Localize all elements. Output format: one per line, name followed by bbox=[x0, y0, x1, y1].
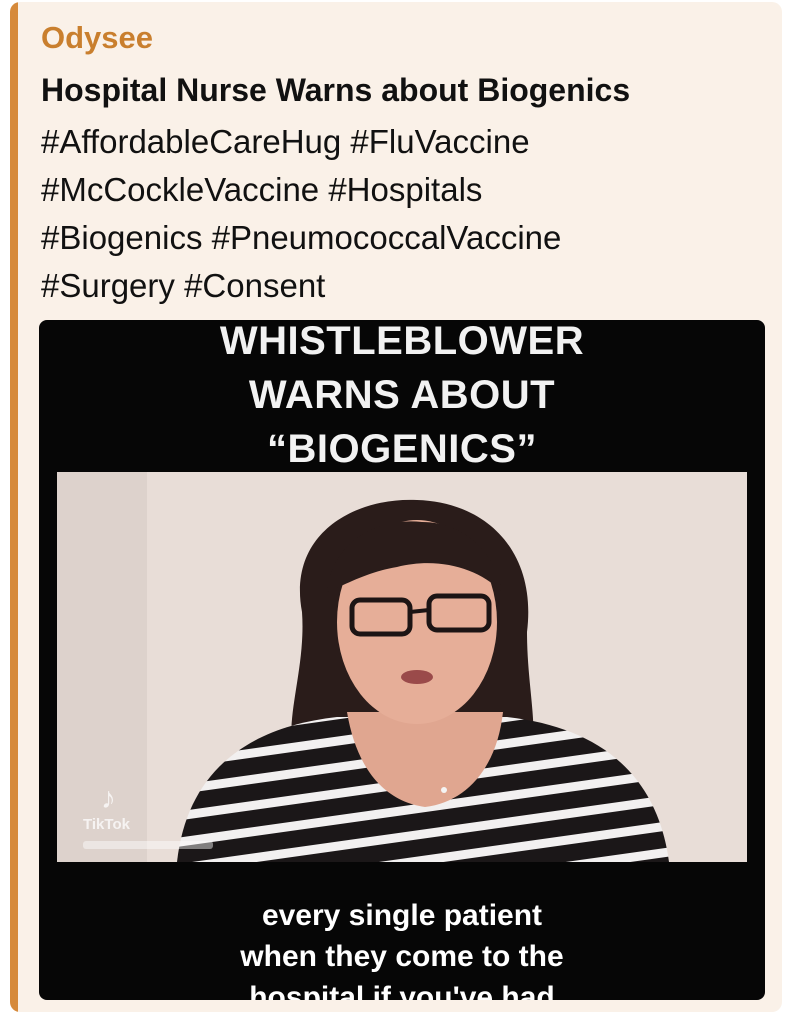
hashtag-line[interactable]: #McCockleVaccine #Hospitals bbox=[41, 166, 741, 214]
caption-line: hospital if you've had bbox=[249, 981, 555, 1000]
caption-line: every single patient bbox=[261, 899, 543, 932]
source-name[interactable]: Odysee bbox=[41, 18, 153, 58]
video-headline: WHISTLEBLOWER WARNS ABOUT “BIOGENICS” bbox=[39, 320, 765, 476]
tiktok-handle-blur bbox=[83, 841, 213, 849]
tiktok-icon: ♪ bbox=[101, 782, 116, 815]
headline-line: “BIOGENICS” bbox=[267, 427, 537, 471]
hashtag-line[interactable]: #Biogenics #PneumococcalVaccine bbox=[41, 214, 741, 262]
post-card[interactable]: Odysee Hospital Nurse Warns about Biogen… bbox=[10, 2, 782, 1012]
hashtag-list: #AffordableCareHug #FluVaccine #McCockle… bbox=[41, 118, 741, 310]
hashtag-line[interactable]: #AffordableCareHug #FluVaccine bbox=[41, 118, 741, 166]
headline-line: WARNS ABOUT bbox=[248, 373, 556, 417]
tiktok-watermark: ♪ TikTok bbox=[83, 782, 213, 849]
video-caption: every single patient when they come to t… bbox=[39, 895, 765, 1000]
card-accent-bar bbox=[10, 2, 18, 1012]
headline-line: WHISTLEBLOWER bbox=[219, 320, 585, 363]
video-thumbnail[interactable]: WHISTLEBLOWER WARNS ABOUT “BIOGENICS” ♪ … bbox=[39, 320, 765, 1000]
hashtag-line[interactable]: #Surgery #Consent bbox=[41, 262, 741, 310]
video-frame: ♪ TikTok bbox=[57, 472, 747, 862]
post-title[interactable]: Hospital Nurse Warns about Biogenics bbox=[41, 70, 630, 110]
tiktok-label: TikTok bbox=[83, 816, 130, 833]
caption-line: when they come to the bbox=[240, 940, 564, 973]
